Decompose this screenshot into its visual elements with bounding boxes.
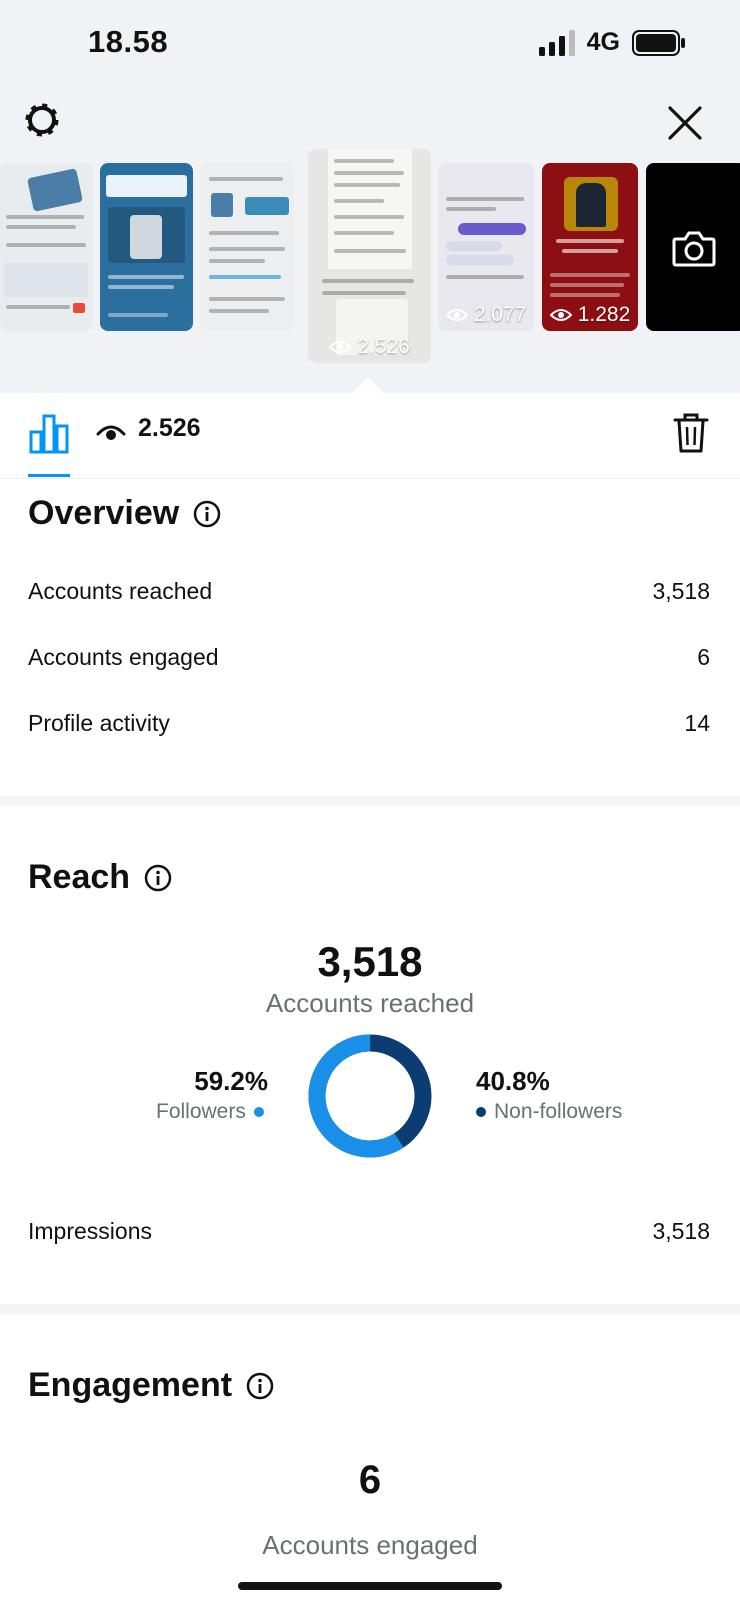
info-icon[interactable] <box>246 1372 274 1400</box>
close-icon[interactable] <box>668 106 702 140</box>
reach-heading: Reach <box>28 858 131 896</box>
selected-pointer <box>352 378 384 394</box>
reach-title: Reach <box>28 858 172 897</box>
overview-heading: Overview <box>28 494 180 532</box>
status-indicators: 4G <box>538 28 686 57</box>
story-views: 2.077 <box>438 303 534 327</box>
camera-icon <box>672 231 716 267</box>
row-label: Accounts reached <box>28 578 213 604</box>
followers-legend: Followers <box>156 1100 264 1124</box>
story-thumbnail-selected[interactable]: 2.526 <box>308 149 431 363</box>
impressions-row[interactable]: Impressions 3,518 <box>28 1218 710 1245</box>
trash-icon[interactable] <box>672 412 710 454</box>
story-thumbnail[interactable] <box>0 163 93 331</box>
row-label: Accounts engaged <box>28 644 219 670</box>
followers-percent: 59.2% <box>194 1066 268 1096</box>
section-divider <box>0 1304 740 1314</box>
eye-icon <box>445 309 468 321</box>
home-indicator <box>238 1582 502 1590</box>
eye-icon[interactable] <box>96 420 126 444</box>
eye-icon <box>549 309 572 321</box>
story-thumbnail[interactable] <box>100 163 193 331</box>
eye-icon <box>329 341 352 353</box>
active-tab-indicator <box>28 474 70 477</box>
story-thumbnail[interactable]: 1.282 <box>542 163 638 331</box>
row-value: 6 <box>697 644 710 670</box>
reach-donut-chart <box>308 1034 432 1158</box>
nonfollowers-percent: 40.8% <box>476 1066 550 1096</box>
insights-chart-icon[interactable] <box>28 412 70 454</box>
engagement-total-label: Accounts engaged <box>262 1530 478 1560</box>
views-count: 2.526 <box>138 414 201 442</box>
overview-row[interactable]: Profile activity 14 <box>28 710 710 737</box>
engagement-title: Engagement <box>28 1366 274 1405</box>
story-strip-area: 18.58 4G 2.526 2.077 1.282 <box>0 0 740 393</box>
insights-tabbar: 2.526 <box>0 394 740 479</box>
followers-dot <box>253 1107 264 1117</box>
row-label: Profile activity <box>28 710 170 736</box>
reach-total-label: Accounts reached <box>265 988 475 1018</box>
story-views: 2.526 <box>308 335 431 359</box>
nonfollowers-dot <box>476 1107 486 1117</box>
overview-title: Overview <box>28 494 221 533</box>
status-time: 18.58 <box>88 24 169 59</box>
info-icon[interactable] <box>144 864 172 892</box>
story-thumbnail[interactable]: 2.077 <box>438 163 534 331</box>
engagement-heading: Engagement <box>28 1366 233 1404</box>
battery-icon <box>632 29 685 56</box>
signal-icon <box>538 29 575 56</box>
overview-row[interactable]: Accounts engaged 6 <box>28 644 710 671</box>
info-icon[interactable] <box>193 500 221 528</box>
network-type: 4G <box>586 28 620 56</box>
story-views-count: 1.282 <box>577 303 631 326</box>
story-views-count: 2.077 <box>473 303 527 326</box>
story-views-count: 2.526 <box>357 335 410 358</box>
followers-label: Followers <box>156 1100 246 1123</box>
row-value: 3,518 <box>652 578 710 604</box>
reach-total: 3,518 <box>317 938 423 985</box>
settings-gear-icon[interactable] <box>22 100 62 140</box>
row-value: 3,518 <box>652 1218 710 1244</box>
engagement-total: 6 <box>358 1458 382 1502</box>
add-story-camera-button[interactable] <box>646 163 740 331</box>
story-views: 1.282 <box>542 303 638 327</box>
section-divider <box>0 796 740 806</box>
nonfollowers-label: Non-followers <box>494 1100 623 1123</box>
overview-row[interactable]: Accounts reached 3,518 <box>28 578 710 605</box>
row-label: Impressions <box>28 1218 152 1244</box>
row-value: 14 <box>684 710 710 736</box>
story-thumbnail[interactable] <box>201 163 294 331</box>
nonfollowers-legend: Non-followers <box>476 1100 622 1124</box>
